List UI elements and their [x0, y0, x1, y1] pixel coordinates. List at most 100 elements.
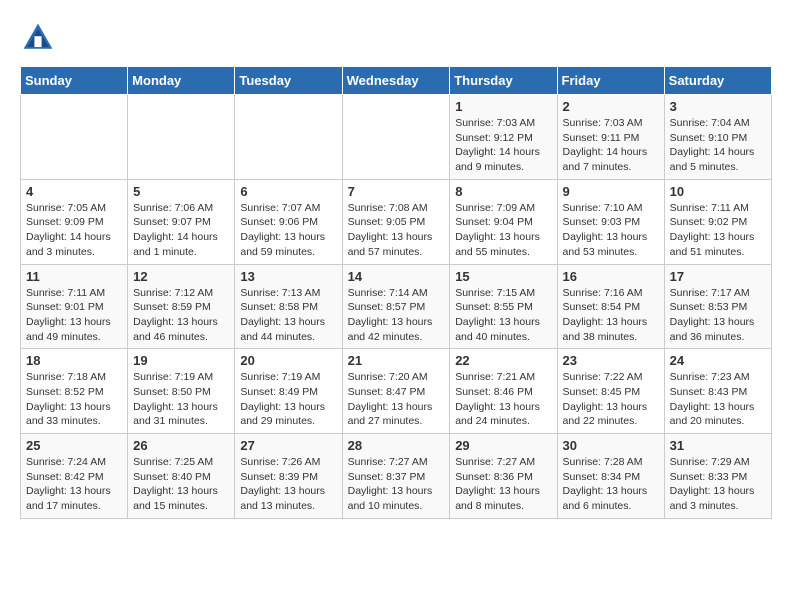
day-number: 3 — [670, 99, 766, 114]
calendar-cell: 20Sunrise: 7:19 AM Sunset: 8:49 PM Dayli… — [235, 349, 342, 434]
day-info: Sunrise: 7:06 AM Sunset: 9:07 PM Dayligh… — [133, 201, 229, 260]
day-info: Sunrise: 7:15 AM Sunset: 8:55 PM Dayligh… — [455, 286, 551, 345]
day-number: 10 — [670, 184, 766, 199]
calendar-cell — [342, 95, 450, 180]
calendar-cell: 26 Sunrise: 7:25 AM Sunset: 8:40 PM Dayli… — [128, 434, 235, 519]
calendar-cell: 30 Sunrise: 7:28 AM Sunset: 8:34 PM Dayli… — [557, 434, 664, 519]
day-number: 11 — [26, 269, 122, 284]
weekday-header-thursday: Thursday — [450, 67, 557, 95]
day-number: 18 — [26, 353, 122, 368]
calendar-cell: 21 Sunrise: 7:20 AM Sunset: 8:47 PM Dayli… — [342, 349, 450, 434]
day-info: Sunrise: 7:09 AM Sunset: 9:04 PM Dayligh… — [455, 201, 551, 260]
day-info: Sunrise: 7:08 AM Sunset: 9:05 PM Dayligh… — [348, 201, 445, 260]
calendar-cell — [235, 95, 342, 180]
day-number: 12 — [133, 269, 229, 284]
calendar-cell: 28 Sunrise: 7:27 AM Sunset: 8:37 PM Dayli… — [342, 434, 450, 519]
calendar-cell: 16 Sunrise: 7:16 AM Sunset: 8:54 PM Dayli… — [557, 264, 664, 349]
calendar-table: SundayMondayTuesdayWednesdayThursdayFrid… — [20, 66, 772, 519]
page-header — [20, 20, 772, 56]
calendar-cell: 14 Sunrise: 7:14 AM Sunset: 8:57 PM Dayli… — [342, 264, 450, 349]
day-info: Sunrise: 7:03 AM Sunset: 9:12 PM Dayligh… — [455, 116, 551, 175]
day-number: 4 — [26, 184, 122, 199]
day-info: Sunrise: 7:04 AM Sunset: 9:10 PM Dayligh… — [670, 116, 766, 175]
day-info: Sunrise: 7:29 AM Sunset: 8:33 PM Dayligh… — [670, 455, 766, 514]
day-info: Sunrise: 7:10 AM Sunset: 9:03 PM Dayligh… — [563, 201, 659, 260]
day-info: Sunrise: 7:26 AM Sunset: 8:39 PM Dayligh… — [240, 455, 336, 514]
calendar-cell: 1 Sunrise: 7:03 AM Sunset: 9:12 PM Daylig… — [450, 95, 557, 180]
weekday-header-tuesday: Tuesday — [235, 67, 342, 95]
calendar-cell: 15 Sunrise: 7:15 AM Sunset: 8:55 PM Dayli… — [450, 264, 557, 349]
day-number: 8 — [455, 184, 551, 199]
day-info: Sunrise: 7:03 AM Sunset: 9:11 PM Dayligh… — [563, 116, 659, 175]
calendar-cell: 19Sunrise: 7:19 AM Sunset: 8:50 PM Dayli… — [128, 349, 235, 434]
calendar-cell: 8 Sunrise: 7:09 AM Sunset: 9:04 PM Daylig… — [450, 179, 557, 264]
day-info: Sunrise: 7:21 AM Sunset: 8:46 PM Dayligh… — [455, 370, 551, 429]
day-number: 17 — [670, 269, 766, 284]
calendar-week-row: 25 Sunrise: 7:24 AM Sunset: 8:42 PM Dayli… — [21, 434, 772, 519]
day-number: 16 — [563, 269, 659, 284]
calendar-cell: 3 Sunrise: 7:04 AM Sunset: 9:10 PM Daylig… — [664, 95, 771, 180]
day-number: 30 — [563, 438, 659, 453]
weekday-header-sunday: Sunday — [21, 67, 128, 95]
logo-icon — [20, 20, 56, 56]
day-info: Sunrise: 7:24 AM Sunset: 8:42 PM Dayligh… — [26, 455, 122, 514]
day-number: 14 — [348, 269, 445, 284]
day-info: Sunrise: 7:19 AM Sunset: 8:50 PM Dayligh… — [133, 370, 229, 429]
day-info: Sunrise: 7:18 AM Sunset: 8:52 PM Dayligh… — [26, 370, 122, 429]
calendar-cell: 11 Sunrise: 7:11 AM Sunset: 9:01 PM Dayli… — [21, 264, 128, 349]
day-info: Sunrise: 7:27 AM Sunset: 8:37 PM Dayligh… — [348, 455, 445, 514]
day-number: 13 — [240, 269, 336, 284]
day-number: 6 — [240, 184, 336, 199]
day-info: Sunrise: 7:07 AM Sunset: 9:06 PM Dayligh… — [240, 201, 336, 260]
day-info: Sunrise: 7:11 AM Sunset: 9:01 PM Dayligh… — [26, 286, 122, 345]
day-number: 15 — [455, 269, 551, 284]
day-info: Sunrise: 7:12 AM Sunset: 8:59 PM Dayligh… — [133, 286, 229, 345]
calendar-cell: 10 Sunrise: 7:11 AM Sunset: 9:02 PM Dayli… — [664, 179, 771, 264]
day-info: Sunrise: 7:22 AM Sunset: 8:45 PM Dayligh… — [563, 370, 659, 429]
calendar-week-row: 18 Sunrise: 7:18 AM Sunset: 8:52 PM Dayli… — [21, 349, 772, 434]
day-info: Sunrise: 7:27 AM Sunset: 8:36 PM Dayligh… — [455, 455, 551, 514]
calendar-cell: 2 Sunrise: 7:03 AM Sunset: 9:11 PM Daylig… — [557, 95, 664, 180]
calendar-cell: 4 Sunrise: 7:05 AM Sunset: 9:09 PM Daylig… — [21, 179, 128, 264]
day-number: 2 — [563, 99, 659, 114]
calendar-week-row: 1 Sunrise: 7:03 AM Sunset: 9:12 PM Daylig… — [21, 95, 772, 180]
day-number: 22 — [455, 353, 551, 368]
calendar-cell: 29 Sunrise: 7:27 AM Sunset: 8:36 PM Dayli… — [450, 434, 557, 519]
day-info: Sunrise: 7:25 AM Sunset: 8:40 PM Dayligh… — [133, 455, 229, 514]
weekday-header-row: SundayMondayTuesdayWednesdayThursdayFrid… — [21, 67, 772, 95]
day-number: 24 — [670, 353, 766, 368]
calendar-cell: 9Sunrise: 7:10 AM Sunset: 9:03 PM Daylig… — [557, 179, 664, 264]
logo — [20, 20, 62, 56]
day-number: 25 — [26, 438, 122, 453]
day-number: 7 — [348, 184, 445, 199]
day-info: Sunrise: 7:19 AM Sunset: 8:49 PM Dayligh… — [240, 370, 336, 429]
day-number: 29 — [455, 438, 551, 453]
day-number: 26 — [133, 438, 229, 453]
day-info: Sunrise: 7:14 AM Sunset: 8:57 PM Dayligh… — [348, 286, 445, 345]
day-info: Sunrise: 7:28 AM Sunset: 8:34 PM Dayligh… — [563, 455, 659, 514]
calendar-cell: 5Sunrise: 7:06 AM Sunset: 9:07 PM Daylig… — [128, 179, 235, 264]
calendar-cell: 17 Sunrise: 7:17 AM Sunset: 8:53 PM Dayli… — [664, 264, 771, 349]
calendar-cell: 7 Sunrise: 7:08 AM Sunset: 9:05 PM Daylig… — [342, 179, 450, 264]
weekday-header-monday: Monday — [128, 67, 235, 95]
calendar-cell: 31 Sunrise: 7:29 AM Sunset: 8:33 PM Dayli… — [664, 434, 771, 519]
calendar-cell: 23 Sunrise: 7:22 AM Sunset: 8:45 PM Dayli… — [557, 349, 664, 434]
day-number: 31 — [670, 438, 766, 453]
weekday-header-friday: Friday — [557, 67, 664, 95]
calendar-cell: 24Sunrise: 7:23 AM Sunset: 8:43 PM Dayli… — [664, 349, 771, 434]
calendar-cell: 18 Sunrise: 7:18 AM Sunset: 8:52 PM Dayli… — [21, 349, 128, 434]
calendar-cell: 25 Sunrise: 7:24 AM Sunset: 8:42 PM Dayli… — [21, 434, 128, 519]
day-info: Sunrise: 7:20 AM Sunset: 8:47 PM Dayligh… — [348, 370, 445, 429]
weekday-header-saturday: Saturday — [664, 67, 771, 95]
day-number: 23 — [563, 353, 659, 368]
day-info: Sunrise: 7:16 AM Sunset: 8:54 PM Dayligh… — [563, 286, 659, 345]
day-info: Sunrise: 7:11 AM Sunset: 9:02 PM Dayligh… — [670, 201, 766, 260]
day-number: 1 — [455, 99, 551, 114]
day-number: 21 — [348, 353, 445, 368]
calendar-cell: 12 Sunrise: 7:12 AM Sunset: 8:59 PM Dayli… — [128, 264, 235, 349]
weekday-header-wednesday: Wednesday — [342, 67, 450, 95]
day-info: Sunrise: 7:17 AM Sunset: 8:53 PM Dayligh… — [670, 286, 766, 345]
day-number: 28 — [348, 438, 445, 453]
day-info: Sunrise: 7:05 AM Sunset: 9:09 PM Dayligh… — [26, 201, 122, 260]
day-number: 27 — [240, 438, 336, 453]
